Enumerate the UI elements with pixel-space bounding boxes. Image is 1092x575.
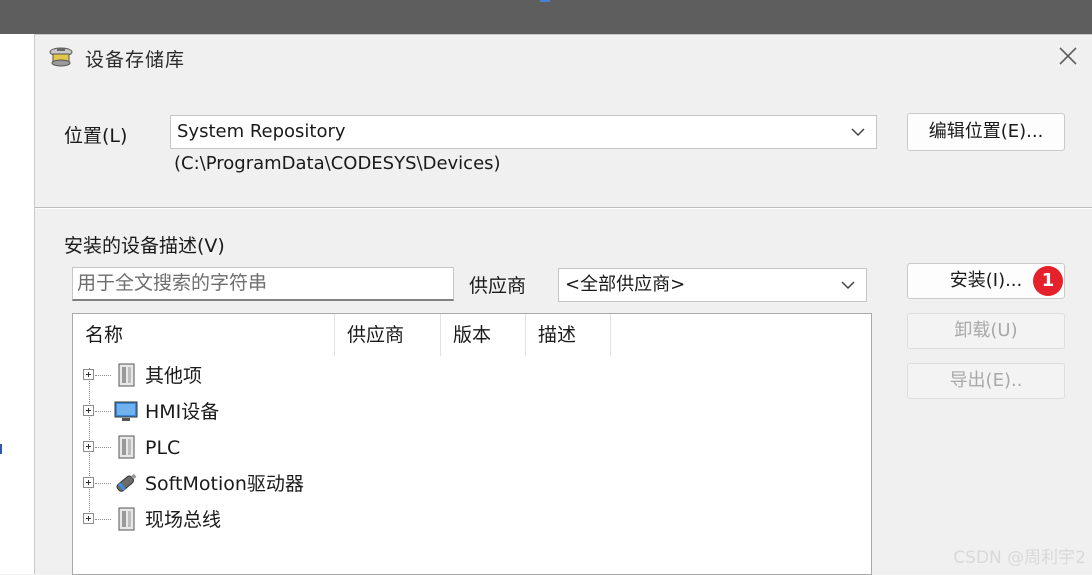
motor-drive-icon bbox=[116, 473, 137, 492]
step-badge: 1 bbox=[1033, 266, 1063, 296]
location-path: (C:\ProgramData\CODESYS\Devices) bbox=[174, 153, 501, 174]
column-header-name[interactable]: 名称 bbox=[73, 314, 335, 356]
tree-item-label: 其他项 bbox=[145, 365, 203, 387]
background-window bbox=[0, 34, 34, 574]
column-header-description[interactable]: 描述 bbox=[526, 314, 611, 356]
device-cabinet-icon bbox=[118, 363, 135, 387]
tree-item-softmotion[interactable]: SoftMotion驱动器 bbox=[73, 466, 863, 502]
tree-connector bbox=[95, 447, 111, 448]
tree-connector bbox=[95, 519, 111, 520]
tree-item-hmi[interactable]: HMI设备 bbox=[73, 394, 863, 430]
dialog-title: 设备存储库 bbox=[85, 49, 186, 71]
column-header-version[interactable]: 版本 bbox=[441, 314, 526, 356]
export-button[interactable]: 导出(E).. bbox=[907, 363, 1065, 399]
column-header-vendor[interactable]: 供应商 bbox=[335, 314, 441, 356]
chevron-down-icon bbox=[841, 281, 855, 290]
expand-icon[interactable] bbox=[83, 477, 94, 488]
expand-icon[interactable] bbox=[83, 369, 94, 380]
device-cabinet-icon bbox=[118, 507, 135, 531]
vendor-combobox[interactable]: <全部供应商> bbox=[558, 268, 867, 302]
fulltext-search-input[interactable]: 用于全文搜索的字符串 bbox=[72, 267, 454, 301]
location-combobox[interactable]: System Repository bbox=[170, 115, 877, 149]
tree-item-label: PLC bbox=[145, 437, 181, 459]
vendor-selected-value: <全部供应商> bbox=[565, 274, 686, 295]
expand-icon[interactable] bbox=[83, 513, 94, 524]
device-repository-dialog: 设备存储库 位置(L) System Repository (C:\Progra… bbox=[34, 34, 1092, 575]
installed-descriptions-label: 安装的设备描述(V) bbox=[64, 235, 225, 257]
background-window-bar bbox=[0, 0, 1092, 34]
background-accent bbox=[540, 0, 550, 2]
tree-connector bbox=[95, 483, 111, 484]
search-placeholder: 用于全文搜索的字符串 bbox=[77, 272, 268, 294]
chevron-down-icon bbox=[851, 128, 865, 137]
vendor-label: 供应商 bbox=[469, 275, 527, 297]
title-bar[interactable]: 设备存储库 bbox=[35, 35, 1092, 79]
expand-icon[interactable] bbox=[83, 441, 94, 452]
uninstall-button[interactable]: 卸载(U) bbox=[907, 313, 1065, 349]
tree-item-plc[interactable]: PLC bbox=[73, 430, 863, 466]
tree-item-other[interactable]: 其他项 bbox=[73, 358, 863, 394]
tree-item-fieldbus[interactable]: 现场总线 bbox=[73, 502, 863, 538]
tree-item-label: SoftMotion驱动器 bbox=[145, 473, 304, 495]
device-repository-icon bbox=[49, 47, 73, 67]
edit-location-button[interactable]: 编辑位置(E)... bbox=[907, 113, 1065, 151]
tree-connector bbox=[95, 411, 111, 412]
watermark: CSDN @周利宇2 bbox=[953, 548, 1086, 568]
location-selected-value: System Repository bbox=[177, 121, 346, 142]
location-label: 位置(L) bbox=[64, 125, 128, 147]
close-icon[interactable] bbox=[1053, 41, 1083, 71]
device-tree[interactable]: 名称 供应商 版本 描述 其他项 HMI设备 PLC SoftMotion驱动器… bbox=[72, 313, 872, 575]
tree-connector bbox=[95, 375, 111, 376]
close-glyph bbox=[1059, 47, 1077, 65]
tree-item-label: 现场总线 bbox=[145, 509, 222, 531]
section-divider-highlight bbox=[35, 208, 1092, 209]
expand-icon[interactable] bbox=[83, 405, 94, 416]
device-cabinet-icon bbox=[118, 435, 135, 459]
tree-item-label: HMI设备 bbox=[145, 401, 220, 423]
monitor-icon bbox=[114, 401, 138, 421]
background-mark bbox=[0, 444, 2, 454]
